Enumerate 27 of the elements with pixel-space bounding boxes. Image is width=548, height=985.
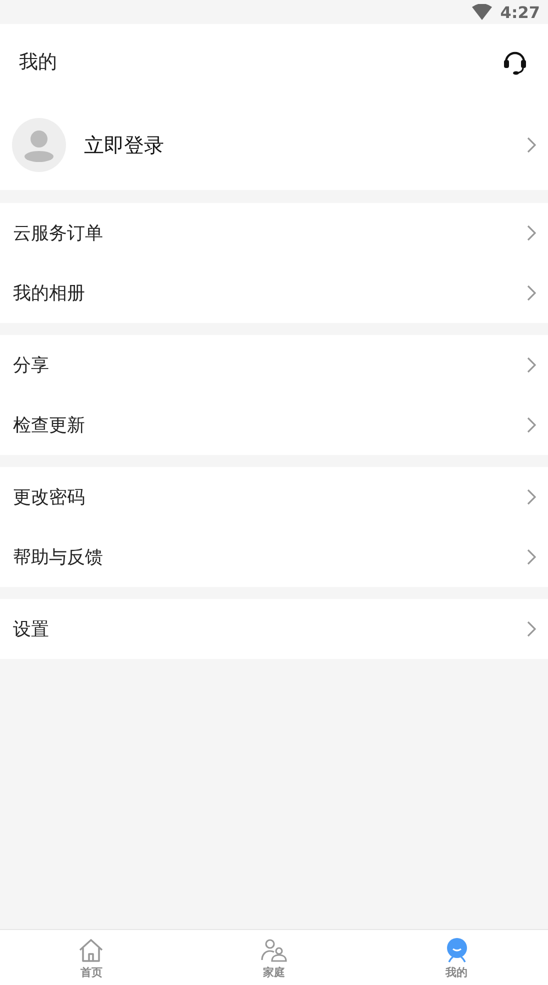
login-label: 立即登录: [84, 132, 165, 158]
people-icon: [261, 938, 287, 963]
headset-icon[interactable]: [502, 49, 528, 75]
menu-item[interactable]: 检查更新: [0, 395, 548, 455]
chevron-icon: [526, 357, 536, 373]
menu-item[interactable]: 设置: [0, 599, 548, 659]
menu-item[interactable]: 云服务订单: [0, 203, 548, 263]
chevron-icon: [526, 417, 536, 433]
chevron-icon: [526, 621, 536, 637]
menu-item[interactable]: 更改密码: [0, 467, 548, 527]
menu-item[interactable]: 我的相册: [0, 263, 548, 323]
menu-item[interactable]: 帮助与反馈: [0, 527, 548, 587]
avatar-icon: [12, 118, 66, 172]
tab[interactable]: 首页: [0, 930, 183, 985]
login-row[interactable]: 立即登录: [0, 100, 548, 190]
page-title: 我的: [19, 50, 57, 75]
chevron-icon: [526, 489, 536, 505]
tab[interactable]: 我的: [365, 930, 548, 985]
chevron-icon: [526, 225, 536, 241]
menu-item[interactable]: 分享: [0, 335, 548, 395]
status-time: 4:27: [500, 2, 540, 22]
chevron-icon: [526, 549, 536, 565]
wifi-icon: [472, 4, 492, 20]
tab[interactable]: 家庭: [182, 930, 366, 985]
chevron-icon: [526, 137, 536, 153]
chevron-icon: [526, 285, 536, 301]
home-icon: [78, 938, 104, 963]
